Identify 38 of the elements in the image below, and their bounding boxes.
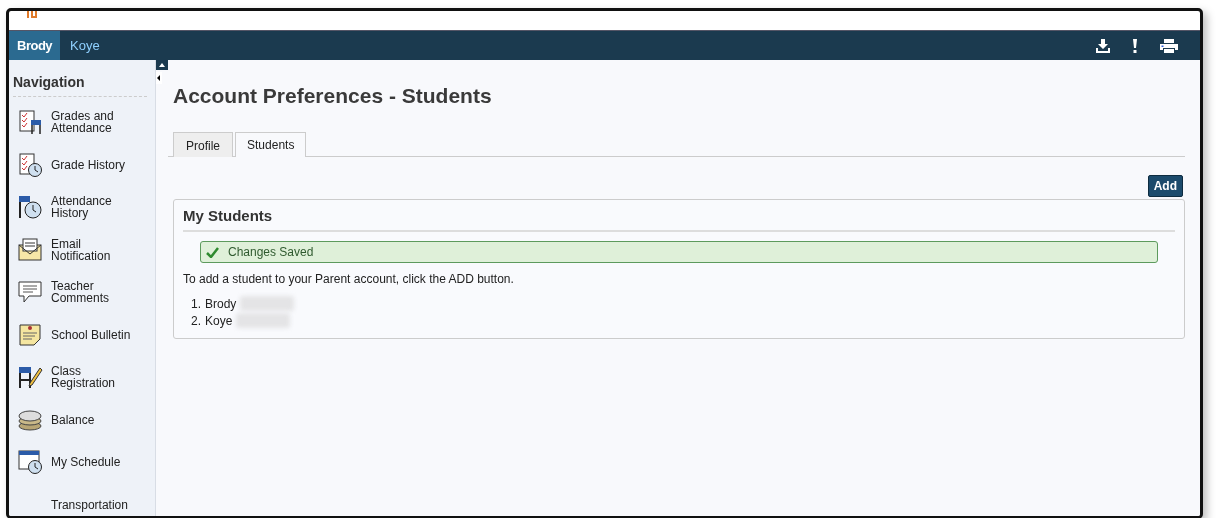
note-icon: [17, 321, 43, 348]
nav-item[interactable]: Class Registration: [13, 356, 155, 399]
gradebook-clock-icon: [17, 151, 43, 178]
logo-icon: [26, 11, 38, 18]
panel-title: My Students: [183, 207, 1175, 232]
list-number: 2.: [191, 313, 201, 328]
gradebook-icon: [17, 109, 43, 136]
checkmark-icon: [206, 246, 219, 258]
download-icon[interactable]: [1096, 38, 1110, 53]
add-button[interactable]: Add: [1147, 175, 1183, 197]
nav-item[interactable]: School Bulletin: [13, 313, 155, 356]
calendar-clock-icon: [17, 449, 43, 476]
student-name: Brody: [205, 296, 237, 311]
desk-clock-icon: [17, 194, 43, 221]
nav-item[interactable]: Email Notification: [13, 228, 155, 271]
printer-icon[interactable]: [1160, 38, 1178, 53]
alert-text: Changes Saved: [228, 245, 314, 259]
desk-pencil-icon: [17, 364, 43, 391]
alert-icon[interactable]: [1132, 38, 1138, 53]
student-name: Koye: [205, 313, 233, 328]
nav-item[interactable]: Grades and Attendance: [13, 101, 155, 144]
instructions-text: To add a student to your Parent account, click the ADD button.: [183, 272, 515, 286]
list-number: 1.: [191, 296, 201, 311]
nav-item[interactable]: Attendance History: [13, 186, 155, 229]
page-title: Account Preferences - Students: [173, 84, 493, 108]
collapse-left-icon[interactable]: [156, 72, 162, 84]
nav-item[interactable]: Teacher Comments: [13, 271, 155, 314]
nav-item[interactable]: Grade History: [13, 143, 155, 186]
student-tab[interactable]: Brody: [9, 31, 61, 60]
envelope-icon: [17, 236, 43, 263]
nav-item[interactable]: Balance: [13, 398, 155, 441]
student-tab[interactable]: Koye: [62, 31, 108, 60]
collapse-up-icon[interactable]: [156, 60, 168, 70]
nav-item[interactable]: Transportation: [13, 483, 155, 516]
nav-item[interactable]: My Schedule: [13, 441, 155, 484]
tab[interactable]: Students: [235, 132, 307, 157]
tab[interactable]: Profile: [173, 132, 233, 157]
sidebar-title: Navigation: [13, 74, 147, 97]
